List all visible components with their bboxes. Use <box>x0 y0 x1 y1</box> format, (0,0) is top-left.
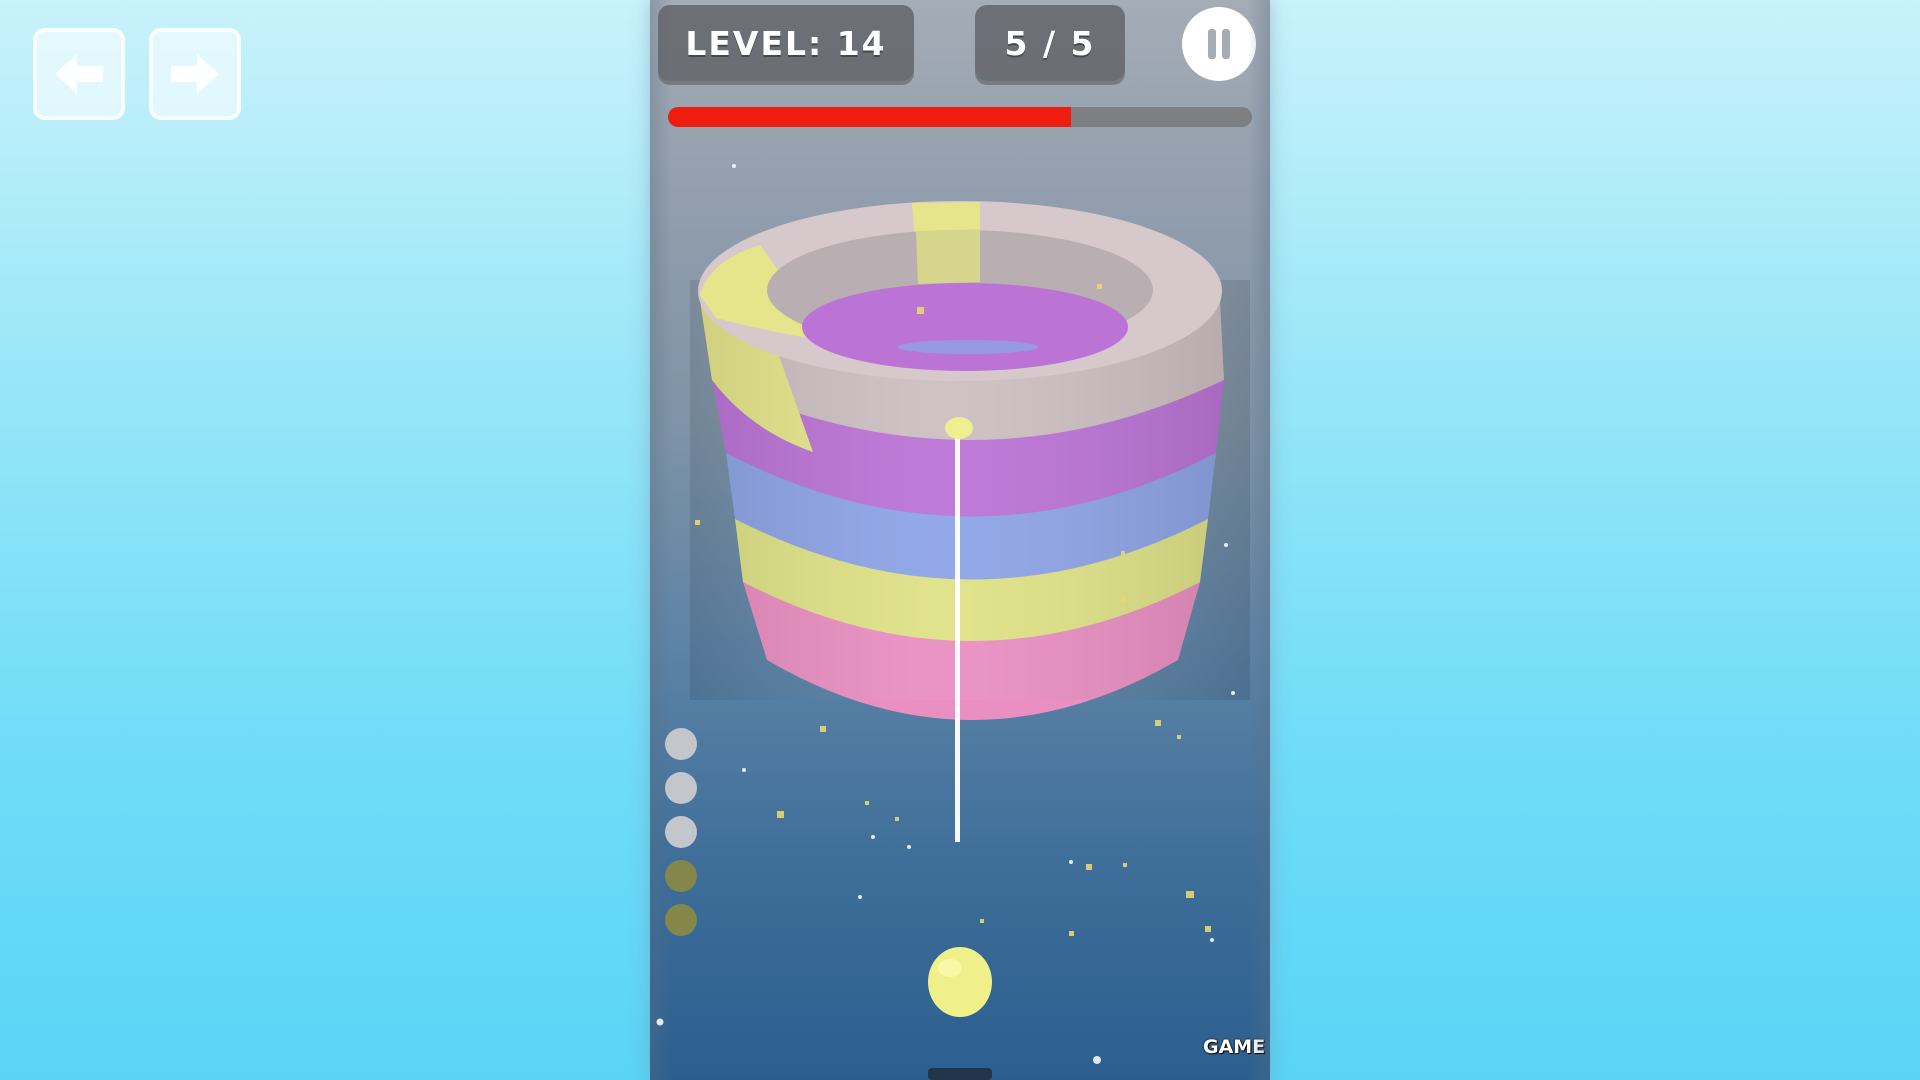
moves-counter: 5 / 5 <box>975 5 1125 81</box>
pause-button[interactable] <box>1182 7 1256 81</box>
ammo-ball <box>665 904 697 936</box>
level-display: LEVEL: 14 <box>658 5 914 81</box>
ammo-ball <box>665 816 697 848</box>
moves-text: 5 / 5 <box>1004 23 1096 63</box>
ammo-ball <box>665 728 697 760</box>
arrow-left-icon <box>55 54 103 94</box>
arrow-right-icon <box>171 54 219 94</box>
ammo-ball <box>665 860 697 892</box>
ammo-ball <box>665 772 697 804</box>
game-scene <box>656 164 1250 1080</box>
landed-ball <box>945 417 973 439</box>
previous-button[interactable] <box>33 28 125 120</box>
game-viewport[interactable]: LEVEL: 14 5 / 5 GAME <box>650 0 1270 1080</box>
level-progress-bar <box>668 107 1252 127</box>
aim-line <box>955 430 960 842</box>
tower-top <box>698 201 1222 381</box>
level-text: LEVEL: 14 <box>685 23 887 63</box>
level-progress-fill <box>668 107 1071 127</box>
shooter-ball <box>928 947 992 1017</box>
next-button[interactable] <box>149 28 241 120</box>
game-logo: GAME <box>1203 1036 1266 1058</box>
